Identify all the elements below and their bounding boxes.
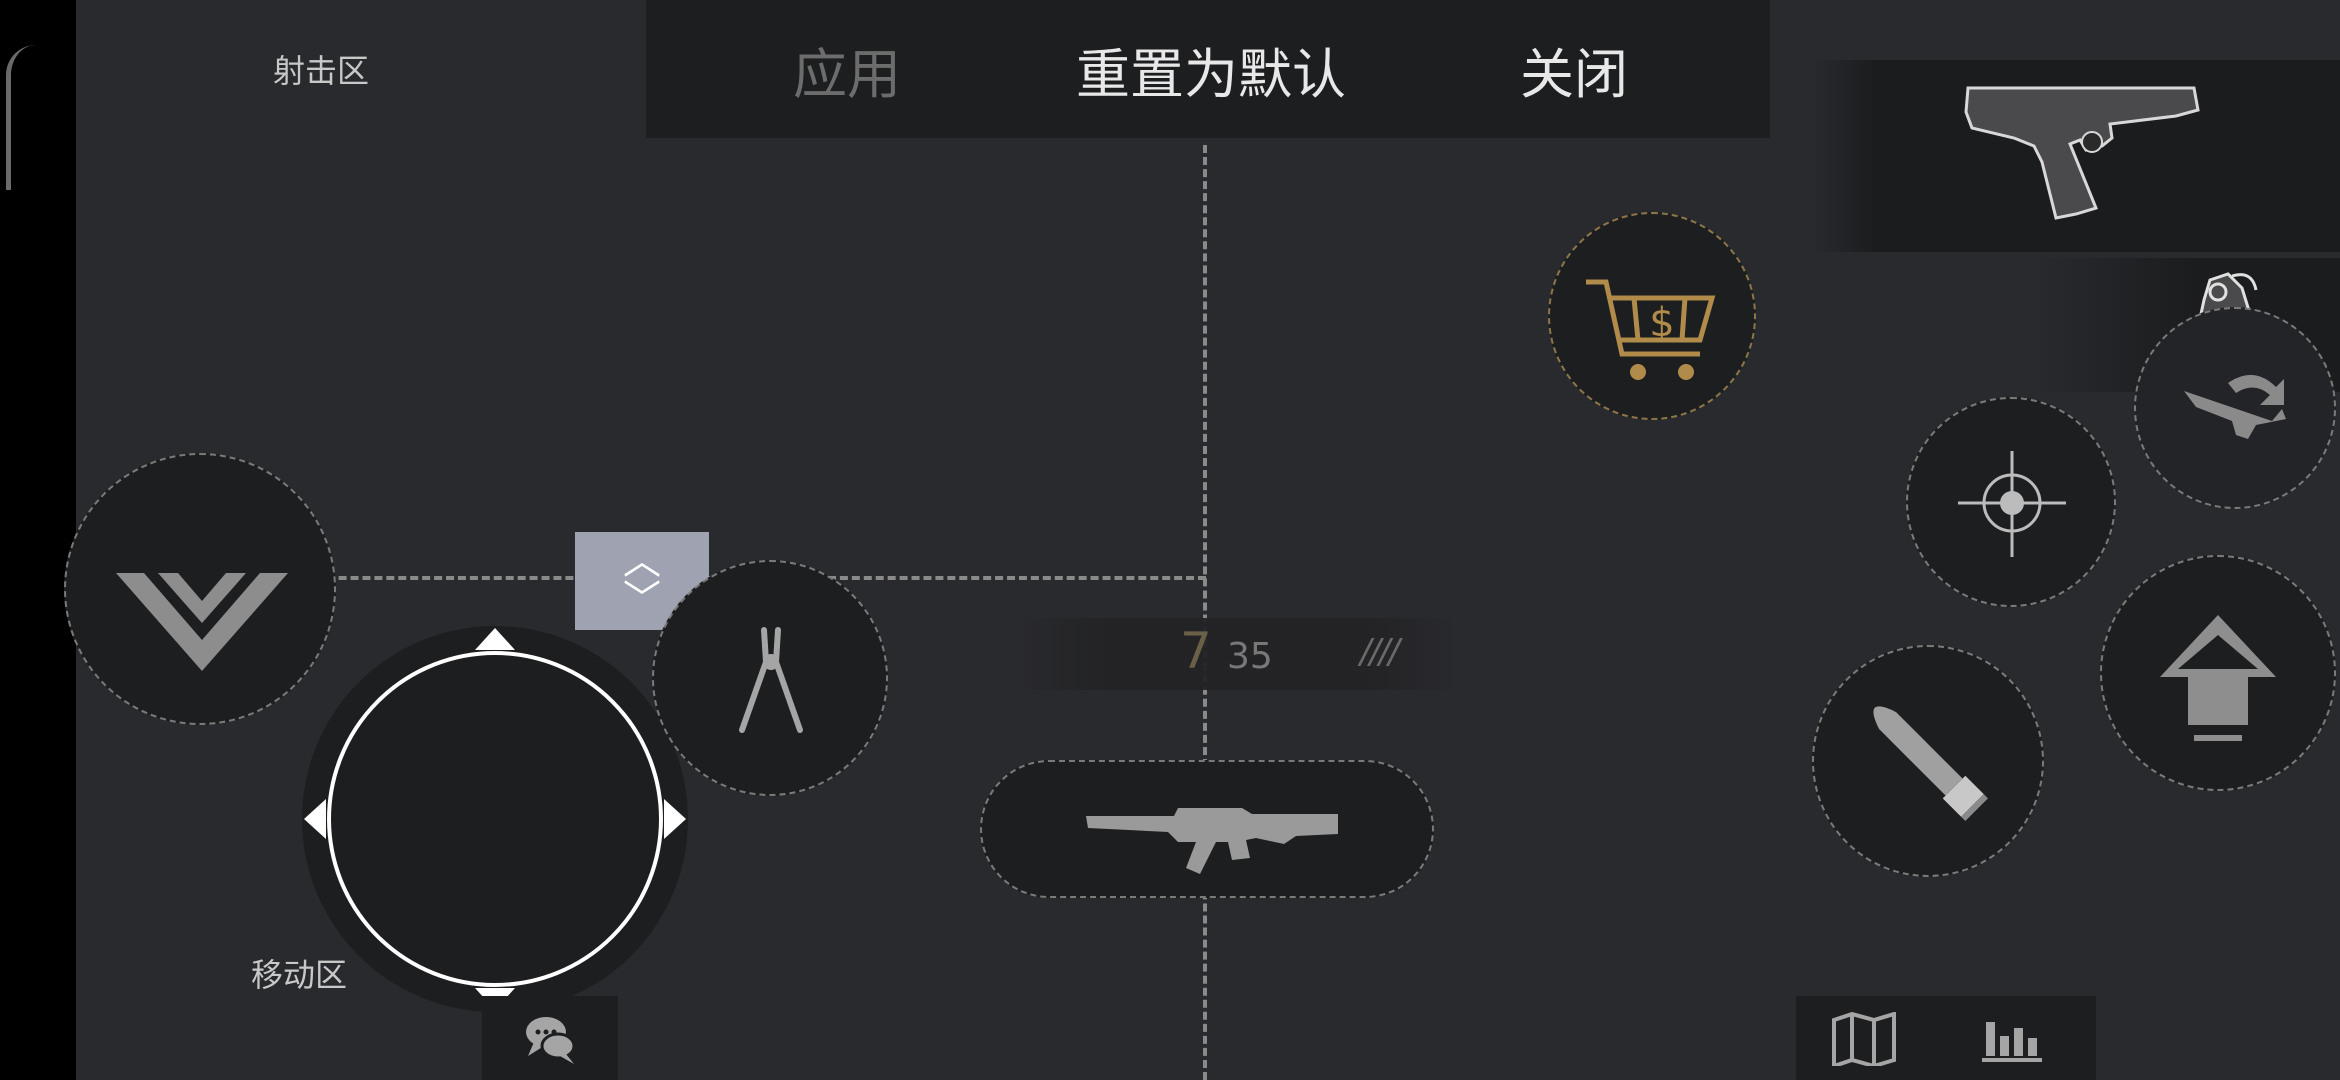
apply-button[interactable]: 应用 xyxy=(793,30,901,109)
close-button[interactable]: 关闭 xyxy=(1520,30,1628,109)
aim-scope-button[interactable] xyxy=(1906,397,2116,607)
left-edge-bar xyxy=(0,0,76,1080)
pistol-icon xyxy=(1964,86,2200,220)
rifle-icon xyxy=(1086,808,1338,874)
edge-swipe-indicator xyxy=(6,45,37,190)
jump-arrow-icon xyxy=(2160,615,2276,741)
jump-button[interactable] xyxy=(2100,555,2336,791)
bullet-icon xyxy=(1873,706,1988,821)
shopping-cart-icon: $ xyxy=(1586,279,1716,380)
reset-default-button[interactable]: 重置为默认 xyxy=(1076,30,1346,109)
reserve-ammo-count: 35 xyxy=(1227,636,1273,677)
weapon-swap-button[interactable] xyxy=(2134,307,2336,509)
zone-divider-vertical xyxy=(1203,145,1207,1080)
fire-mode-indicator: //// xyxy=(1360,632,1400,672)
svg-text:$: $ xyxy=(1649,300,1674,346)
bar-chart-icon[interactable] xyxy=(1982,1012,2044,1064)
chat-button[interactable] xyxy=(482,996,618,1080)
magazine-count: 7 xyxy=(1180,622,1212,680)
shoot-zone-label: 射击区 xyxy=(273,52,370,90)
reload-button[interactable] xyxy=(1812,645,2044,877)
chat-icon xyxy=(526,1017,576,1064)
primary-weapon-slot[interactable] xyxy=(980,760,1434,898)
crosshair-icon xyxy=(1958,451,2066,557)
defuse-kit-button[interactable] xyxy=(652,560,888,796)
joystick-direction-arrows xyxy=(304,628,686,1010)
shop-button[interactable]: $ xyxy=(1548,212,1756,420)
ammo-counter: 7 35 //// xyxy=(1015,618,1461,690)
layout-editor-toolbar: 应用 重置为默认 关闭 xyxy=(646,0,1770,138)
map-icon[interactable] xyxy=(1830,1012,1898,1066)
map-scoreboard-bar xyxy=(1796,996,2096,1080)
secondary-weapon-slot[interactable] xyxy=(1812,60,2340,252)
defuse-kit-icon xyxy=(739,627,803,733)
weapon-swap-icon xyxy=(2184,374,2286,439)
